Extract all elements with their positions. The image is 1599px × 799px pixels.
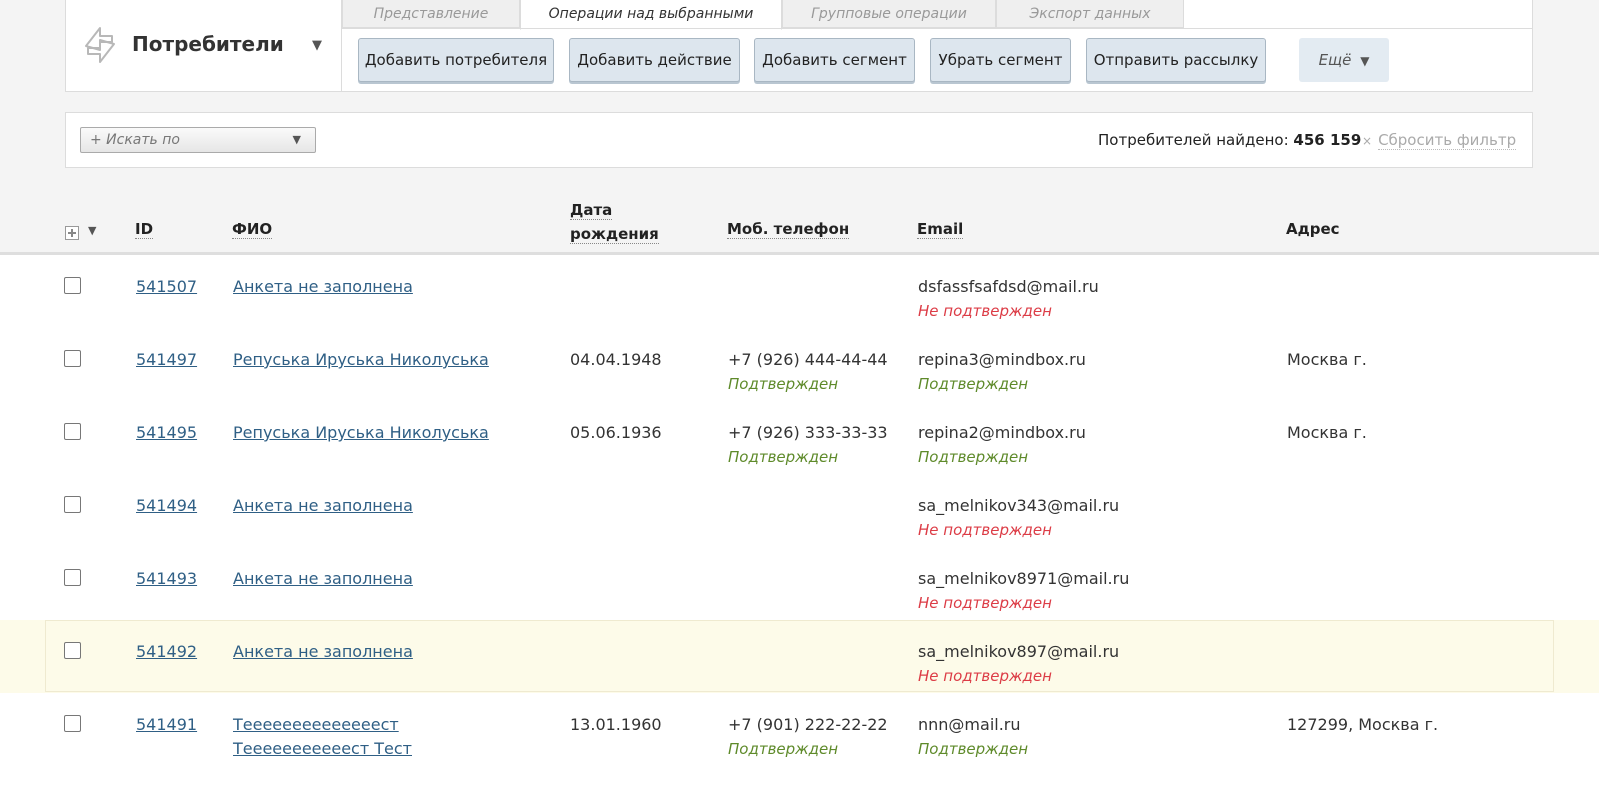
tab-group-operations[interactable]: Групповые операции bbox=[782, 0, 996, 28]
row-checkbox[interactable] bbox=[64, 569, 81, 586]
row-checkbox[interactable] bbox=[64, 642, 81, 659]
row-checkbox[interactable] bbox=[64, 350, 81, 367]
row-checkbox[interactable] bbox=[64, 496, 81, 513]
chevron-down-icon[interactable]: ▼ bbox=[312, 38, 322, 53]
top-panel: Потребители ▼ Представление Операции над… bbox=[65, 0, 1533, 92]
customers-table: 541507 Анкета не заполнена dsfassfsafdsd@m… bbox=[0, 255, 1599, 799]
send-mailing-button[interactable]: Отправить рассылку bbox=[1086, 38, 1266, 82]
row-checkbox[interactable] bbox=[64, 715, 81, 732]
section-switcher[interactable]: Потребители ▼ bbox=[66, 0, 342, 92]
customer-name-link-line2[interactable]: Тееееееееееест Тест bbox=[233, 739, 412, 758]
chevron-down-icon: ▼ bbox=[292, 133, 301, 146]
more-label: Ещё bbox=[1318, 51, 1352, 69]
phone-number: +7 (901) 222-22-22 bbox=[728, 715, 888, 734]
email-address: repina3@mindbox.ru bbox=[918, 350, 1086, 369]
select-all-icon[interactable] bbox=[65, 226, 79, 240]
more-button[interactable]: Ещё ▼ bbox=[1299, 38, 1389, 82]
customer-id-link[interactable]: 541491 bbox=[136, 715, 197, 734]
reset-filter-label: Сбросить фильтр bbox=[1378, 131, 1517, 150]
email-address: repina2@mindbox.ru bbox=[918, 423, 1086, 442]
tab-bar: Представление Операции над выбранными Гр… bbox=[342, 0, 1532, 30]
email-status: Не подтвержден bbox=[918, 521, 1052, 539]
customer-name-link[interactable]: Анкета не заполнена bbox=[233, 642, 413, 661]
address: 127299, Москва г. bbox=[1287, 715, 1439, 734]
email-address: nnn@mail.ru bbox=[918, 715, 1021, 734]
birth-date: 04.04.1948 bbox=[570, 350, 662, 369]
email-address: sa_melnikov8971@mail.ru bbox=[918, 569, 1130, 588]
caret-down-icon: ▼ bbox=[1360, 54, 1370, 68]
email-status: Подтвержден bbox=[918, 740, 1029, 758]
customer-name-link[interactable]: Теееееееееееееест bbox=[233, 715, 399, 734]
tab-export-data[interactable]: Экспорт данных bbox=[996, 0, 1184, 28]
birth-date: 13.01.1960 bbox=[570, 715, 662, 734]
add-customer-button[interactable]: Добавить потребителя bbox=[358, 38, 554, 82]
phone-status: Подтвержден bbox=[728, 375, 839, 393]
table-row[interactable]: 541507 Анкета не заполнена dsfassfsafdsd@m… bbox=[0, 255, 1599, 328]
found-counter: Потребителей найдено: 456 159 bbox=[1098, 131, 1361, 149]
customer-id-link[interactable]: 541495 bbox=[136, 423, 197, 442]
column-header-birth-date[interactable]: Дата рождения bbox=[570, 198, 659, 246]
customer-id-link[interactable]: 541497 bbox=[136, 350, 197, 369]
customer-id-link[interactable]: 541494 bbox=[136, 496, 197, 515]
phone-number: +7 (926) 444-44-44 bbox=[728, 350, 888, 369]
email-status: Подтвержден bbox=[918, 448, 1029, 466]
tab-selected-operations[interactable]: Операции над выбранными bbox=[520, 0, 782, 30]
table-row[interactable]: 541497 Репуська Ируська Николуська 04.04.1… bbox=[0, 328, 1599, 401]
column-header-address: Адрес bbox=[1286, 220, 1340, 238]
row-checkbox[interactable] bbox=[64, 423, 81, 440]
add-segment-button[interactable]: Добавить сегмент bbox=[754, 38, 915, 82]
refresh-arrows-logo-icon bbox=[85, 27, 115, 63]
customer-name-link[interactable]: Анкета не заполнена bbox=[233, 569, 413, 588]
customer-name-link[interactable]: Анкета не заполнена bbox=[233, 277, 413, 296]
email-status: Подтвержден bbox=[918, 375, 1029, 393]
table-row[interactable]: 541494 Анкета не заполнена sa_melnikov343@… bbox=[0, 474, 1599, 547]
customer-name-link[interactable]: Репуська Ируська Николуська bbox=[233, 350, 489, 369]
column-header-name[interactable]: ФИО bbox=[232, 220, 273, 239]
row-checkbox[interactable] bbox=[64, 277, 81, 294]
birth-date: 05.06.1936 bbox=[570, 423, 662, 442]
page-title: Потребители bbox=[132, 32, 284, 56]
customer-name-link[interactable]: Репуська Ируська Николуська bbox=[233, 423, 489, 442]
column-header-email[interactable]: Email bbox=[917, 220, 964, 239]
table-row[interactable]: 541495 Репуська Ируська Николуська 05.06.1… bbox=[0, 401, 1599, 474]
table-header bbox=[0, 168, 1599, 252]
search-by-label: + Искать по bbox=[90, 132, 180, 148]
phone-status: Подтвержден bbox=[728, 448, 839, 466]
reset-filter-link[interactable]: × Сбросить фильтр bbox=[1362, 131, 1517, 150]
search-by-select[interactable]: + Искать по ▼ bbox=[80, 127, 316, 153]
remove-segment-button[interactable]: Убрать сегмент bbox=[930, 38, 1071, 82]
email-status: Не подтвержден bbox=[918, 667, 1052, 685]
filter-panel: + Искать по ▼ Потребителей найдено: 456 … bbox=[65, 112, 1533, 168]
add-action-button[interactable]: Добавить действие bbox=[569, 38, 740, 82]
tab-view[interactable]: Представление bbox=[342, 0, 520, 28]
column-header-phone[interactable]: Моб. телефон bbox=[727, 220, 850, 239]
table-row[interactable]: 541493 Анкета не заполнена sa_melnikov8971… bbox=[0, 547, 1599, 620]
email-status: Не подтвержден bbox=[918, 594, 1052, 612]
email-address: sa_melnikov897@mail.ru bbox=[918, 642, 1120, 661]
close-icon: × bbox=[1362, 134, 1373, 148]
email-address: sa_melnikov343@mail.ru bbox=[918, 496, 1120, 515]
customer-id-link[interactable]: 541492 bbox=[136, 642, 197, 661]
address: Москва г. bbox=[1287, 350, 1367, 369]
address: Москва г. bbox=[1287, 423, 1367, 442]
column-header-id[interactable]: ID bbox=[135, 220, 154, 239]
tab-divider bbox=[342, 28, 1532, 29]
found-label: Потребителей найдено: bbox=[1098, 131, 1289, 149]
table-row[interactable]: 541491 Теееееееееееееест Тееееееееееест Те… bbox=[0, 693, 1599, 766]
customer-name-link[interactable]: Анкета не заполнена bbox=[233, 496, 413, 515]
phone-status: Подтвержден bbox=[728, 740, 839, 758]
phone-number: +7 (926) 333-33-33 bbox=[728, 423, 888, 442]
customer-id-link[interactable]: 541507 bbox=[136, 277, 197, 296]
email-address: dsfassfsafdsd@mail.ru bbox=[918, 277, 1099, 296]
table-row[interactable]: 541492 Анкета не заполнена sa_melnikov897@… bbox=[0, 620, 1599, 693]
email-status: Не подтвержден bbox=[918, 302, 1052, 320]
customer-id-link[interactable]: 541493 bbox=[136, 569, 197, 588]
chevron-down-icon[interactable]: ▼ bbox=[88, 224, 96, 237]
found-count: 456 159 bbox=[1293, 131, 1362, 149]
